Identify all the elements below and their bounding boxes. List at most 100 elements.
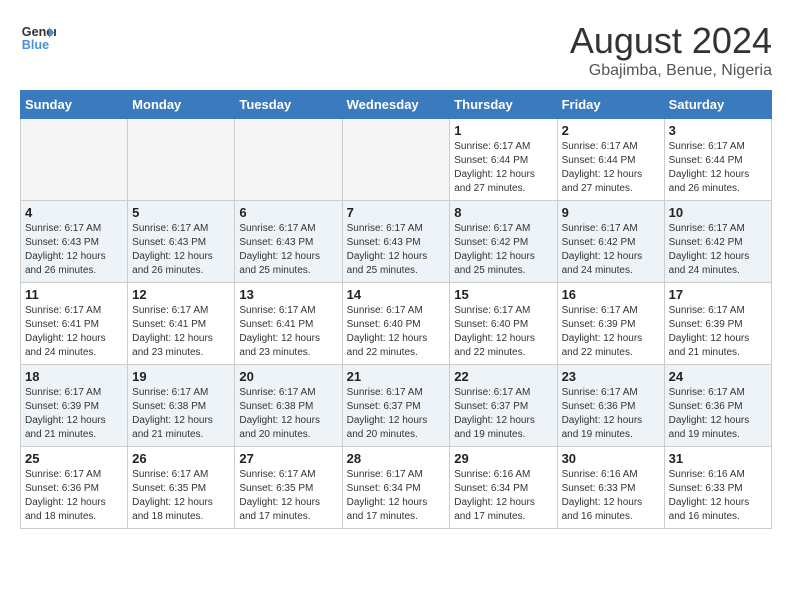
day-cell: 6 Sunrise: 6:17 AM Sunset: 6:43 PM Daylig…	[235, 201, 342, 283]
day-cell: 8 Sunrise: 6:17 AM Sunset: 6:42 PM Daylig…	[450, 201, 557, 283]
day-cell: 4Sunrise: 6:17 AM Sunset: 6:43 PM Daylig…	[21, 201, 128, 283]
day-cell: 25 Sunrise: 6:17 AM Sunset: 6:36 PM Dayli…	[21, 447, 128, 529]
day-cell	[342, 119, 450, 201]
day-info: Sunrise: 6:16 AM Sunset: 6:34 PM Dayligh…	[454, 468, 552, 524]
day-cell: 16 Sunrise: 6:17 AM Sunset: 6:39 PM Dayli…	[557, 283, 664, 365]
day-cell: 13Sunrise: 6:17 AM Sunset: 6:41 PM Dayli…	[235, 283, 342, 365]
calendar-table: SundayMondayTuesdayWednesdayThursdayFrid…	[20, 90, 772, 529]
day-cell: 1 Sunrise: 6:17 AM Sunset: 6:44 PM Daylig…	[450, 119, 557, 201]
day-cell: 14 Sunrise: 6:17 AM Sunset: 6:40 PM Dayli…	[342, 283, 450, 365]
day-info: Sunrise: 6:17 AM Sunset: 6:44 PM Dayligh…	[669, 140, 767, 196]
logo-icon: General Blue	[20, 20, 56, 56]
day-number: 4	[25, 205, 123, 220]
day-number: 28	[347, 451, 446, 466]
day-info: Sunrise: 6:17 AM Sunset: 6:38 PM Dayligh…	[239, 386, 337, 442]
day-info: Sunrise: 6:17 AM Sunset: 6:43 PM Dayligh…	[239, 222, 337, 278]
location-title: Gbajimba, Benue, Nigeria	[570, 62, 772, 80]
weekday-header-friday: Friday	[557, 91, 664, 119]
day-cell	[128, 119, 235, 201]
day-number: 8	[454, 205, 552, 220]
day-number: 9	[562, 205, 660, 220]
day-info: Sunrise: 6:17 AM Sunset: 6:41 PM Dayligh…	[132, 304, 230, 360]
title-area: August 2024 Gbajimba, Benue, Nigeria	[570, 20, 772, 80]
day-cell: 31Sunrise: 6:16 AM Sunset: 6:33 PM Dayli…	[664, 447, 771, 529]
day-number: 31	[669, 451, 767, 466]
day-cell: 29 Sunrise: 6:16 AM Sunset: 6:34 PM Dayli…	[450, 447, 557, 529]
day-info: Sunrise: 6:17 AM Sunset: 6:35 PM Dayligh…	[132, 468, 230, 524]
day-number: 24	[669, 369, 767, 384]
day-cell: 24 Sunrise: 6:17 AM Sunset: 6:36 PM Dayli…	[664, 365, 771, 447]
day-info: Sunrise: 6:17 AM Sunset: 6:41 PM Dayligh…	[239, 304, 337, 360]
day-info: Sunrise: 6:17 AM Sunset: 6:36 PM Dayligh…	[25, 468, 123, 524]
day-info: Sunrise: 6:17 AM Sunset: 6:40 PM Dayligh…	[454, 304, 552, 360]
day-number: 20	[239, 369, 337, 384]
day-cell: 7 Sunrise: 6:17 AM Sunset: 6:43 PM Daylig…	[342, 201, 450, 283]
day-number: 23	[562, 369, 660, 384]
week-row-3: 11Sunrise: 6:17 AM Sunset: 6:41 PM Dayli…	[21, 283, 772, 365]
day-info: Sunrise: 6:17 AM Sunset: 6:39 PM Dayligh…	[25, 386, 123, 442]
weekday-header-thursday: Thursday	[450, 91, 557, 119]
day-number: 25	[25, 451, 123, 466]
day-number: 2	[562, 123, 660, 138]
day-info: Sunrise: 6:17 AM Sunset: 6:43 PM Dayligh…	[347, 222, 446, 278]
day-cell: 3 Sunrise: 6:17 AM Sunset: 6:44 PM Daylig…	[664, 119, 771, 201]
weekday-header-wednesday: Wednesday	[342, 91, 450, 119]
header: General Blue August 2024 Gbajimba, Benue…	[20, 20, 772, 80]
day-number: 3	[669, 123, 767, 138]
day-number: 5	[132, 205, 230, 220]
day-cell: 28Sunrise: 6:17 AM Sunset: 6:34 PM Dayli…	[342, 447, 450, 529]
day-cell: 30 Sunrise: 6:16 AM Sunset: 6:33 PM Dayli…	[557, 447, 664, 529]
svg-text:Blue: Blue	[22, 38, 49, 52]
day-info: Sunrise: 6:17 AM Sunset: 6:42 PM Dayligh…	[669, 222, 767, 278]
day-info: Sunrise: 6:17 AM Sunset: 6:37 PM Dayligh…	[454, 386, 552, 442]
day-cell: 21Sunrise: 6:17 AM Sunset: 6:37 PM Dayli…	[342, 365, 450, 447]
day-number: 17	[669, 287, 767, 302]
day-cell	[21, 119, 128, 201]
day-info: Sunrise: 6:17 AM Sunset: 6:39 PM Dayligh…	[669, 304, 767, 360]
day-cell: 27 Sunrise: 6:17 AM Sunset: 6:35 PM Dayli…	[235, 447, 342, 529]
week-row-4: 18 Sunrise: 6:17 AM Sunset: 6:39 PM Dayli…	[21, 365, 772, 447]
logo: General Blue	[20, 20, 56, 56]
day-info: Sunrise: 6:17 AM Sunset: 6:40 PM Dayligh…	[347, 304, 446, 360]
day-number: 18	[25, 369, 123, 384]
day-cell: 15 Sunrise: 6:17 AM Sunset: 6:40 PM Dayli…	[450, 283, 557, 365]
day-info: Sunrise: 6:17 AM Sunset: 6:37 PM Dayligh…	[347, 386, 446, 442]
day-cell: 18 Sunrise: 6:17 AM Sunset: 6:39 PM Dayli…	[21, 365, 128, 447]
day-number: 27	[239, 451, 337, 466]
day-number: 16	[562, 287, 660, 302]
day-cell: 9 Sunrise: 6:17 AM Sunset: 6:42 PM Daylig…	[557, 201, 664, 283]
day-cell: 11Sunrise: 6:17 AM Sunset: 6:41 PM Dayli…	[21, 283, 128, 365]
day-info: Sunrise: 6:17 AM Sunset: 6:36 PM Dayligh…	[669, 386, 767, 442]
day-cell: 26 Sunrise: 6:17 AM Sunset: 6:35 PM Dayli…	[128, 447, 235, 529]
day-number: 22	[454, 369, 552, 384]
week-row-5: 25 Sunrise: 6:17 AM Sunset: 6:36 PM Dayli…	[21, 447, 772, 529]
day-cell: 17 Sunrise: 6:17 AM Sunset: 6:39 PM Dayli…	[664, 283, 771, 365]
day-number: 29	[454, 451, 552, 466]
day-info: Sunrise: 6:17 AM Sunset: 6:42 PM Dayligh…	[454, 222, 552, 278]
weekday-header-saturday: Saturday	[664, 91, 771, 119]
day-info: Sunrise: 6:16 AM Sunset: 6:33 PM Dayligh…	[562, 468, 660, 524]
day-number: 15	[454, 287, 552, 302]
weekday-header-tuesday: Tuesday	[235, 91, 342, 119]
weekday-header-row: SundayMondayTuesdayWednesdayThursdayFrid…	[21, 91, 772, 119]
month-title: August 2024	[570, 20, 772, 62]
day-info: Sunrise: 6:17 AM Sunset: 6:44 PM Dayligh…	[454, 140, 552, 196]
day-info: Sunrise: 6:17 AM Sunset: 6:44 PM Dayligh…	[562, 140, 660, 196]
day-info: Sunrise: 6:17 AM Sunset: 6:43 PM Dayligh…	[132, 222, 230, 278]
day-cell	[235, 119, 342, 201]
day-number: 10	[669, 205, 767, 220]
day-info: Sunrise: 6:17 AM Sunset: 6:35 PM Dayligh…	[239, 468, 337, 524]
week-row-1: 1 Sunrise: 6:17 AM Sunset: 6:44 PM Daylig…	[21, 119, 772, 201]
day-info: Sunrise: 6:17 AM Sunset: 6:36 PM Dayligh…	[562, 386, 660, 442]
day-number: 30	[562, 451, 660, 466]
day-number: 14	[347, 287, 446, 302]
day-number: 26	[132, 451, 230, 466]
day-info: Sunrise: 6:17 AM Sunset: 6:42 PM Dayligh…	[562, 222, 660, 278]
day-cell: 22 Sunrise: 6:17 AM Sunset: 6:37 PM Dayli…	[450, 365, 557, 447]
day-info: Sunrise: 6:17 AM Sunset: 6:39 PM Dayligh…	[562, 304, 660, 360]
day-info: Sunrise: 6:17 AM Sunset: 6:41 PM Dayligh…	[25, 304, 123, 360]
day-number: 1	[454, 123, 552, 138]
day-number: 6	[239, 205, 337, 220]
weekday-header-sunday: Sunday	[21, 91, 128, 119]
day-number: 7	[347, 205, 446, 220]
